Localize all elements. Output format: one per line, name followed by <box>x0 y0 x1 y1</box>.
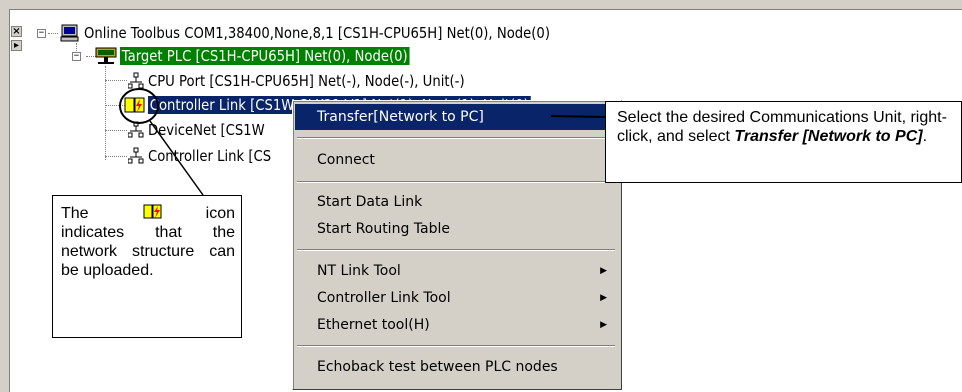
uploadable-network-icon <box>143 204 162 219</box>
callout-left-pointer <box>149 120 204 196</box>
callout-text: The <box>61 205 89 222</box>
callout-text-end: . <box>922 128 928 145</box>
callout-transfer-instruction: Select the desired Communications Unit, … <box>605 101 962 183</box>
callout-icon-explanation: The icon indicates that the network stru… <box>52 195 242 338</box>
highlight-circle <box>119 88 159 124</box>
callout-right-pointer <box>550 115 606 118</box>
callout-bold-text: Transfer [Network to PC] <box>734 128 923 145</box>
